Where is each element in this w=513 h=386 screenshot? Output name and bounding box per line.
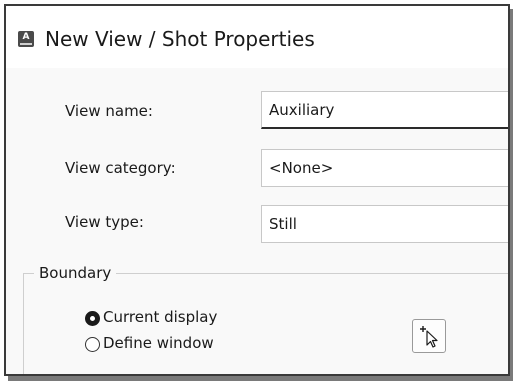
view-type-dropdown[interactable]: Still: [261, 205, 508, 243]
view-name-input[interactable]: Auxiliary: [261, 91, 508, 129]
app-icon: A: [18, 31, 34, 47]
define-window-label[interactable]: Define window: [103, 334, 214, 352]
view-properties-dialog: A New View / Shot Properties View name: …: [4, 4, 510, 376]
view-type-label: View type:: [65, 213, 144, 231]
select-window-cursor-icon: [420, 326, 438, 348]
boundary-legend: Boundary: [34, 264, 117, 282]
view-name-label: View name:: [65, 102, 153, 120]
current-display-label[interactable]: Current display: [103, 308, 217, 326]
define-window-pick-button[interactable]: [412, 319, 446, 353]
view-category-dropdown[interactable]: <None>: [261, 149, 508, 187]
define-window-radio[interactable]: [85, 337, 100, 352]
dialog-title: New View / Shot Properties: [45, 27, 315, 51]
title-bar: A New View / Shot Properties: [6, 6, 508, 68]
current-display-radio[interactable]: [85, 311, 100, 326]
view-category-label: View category:: [65, 159, 176, 177]
